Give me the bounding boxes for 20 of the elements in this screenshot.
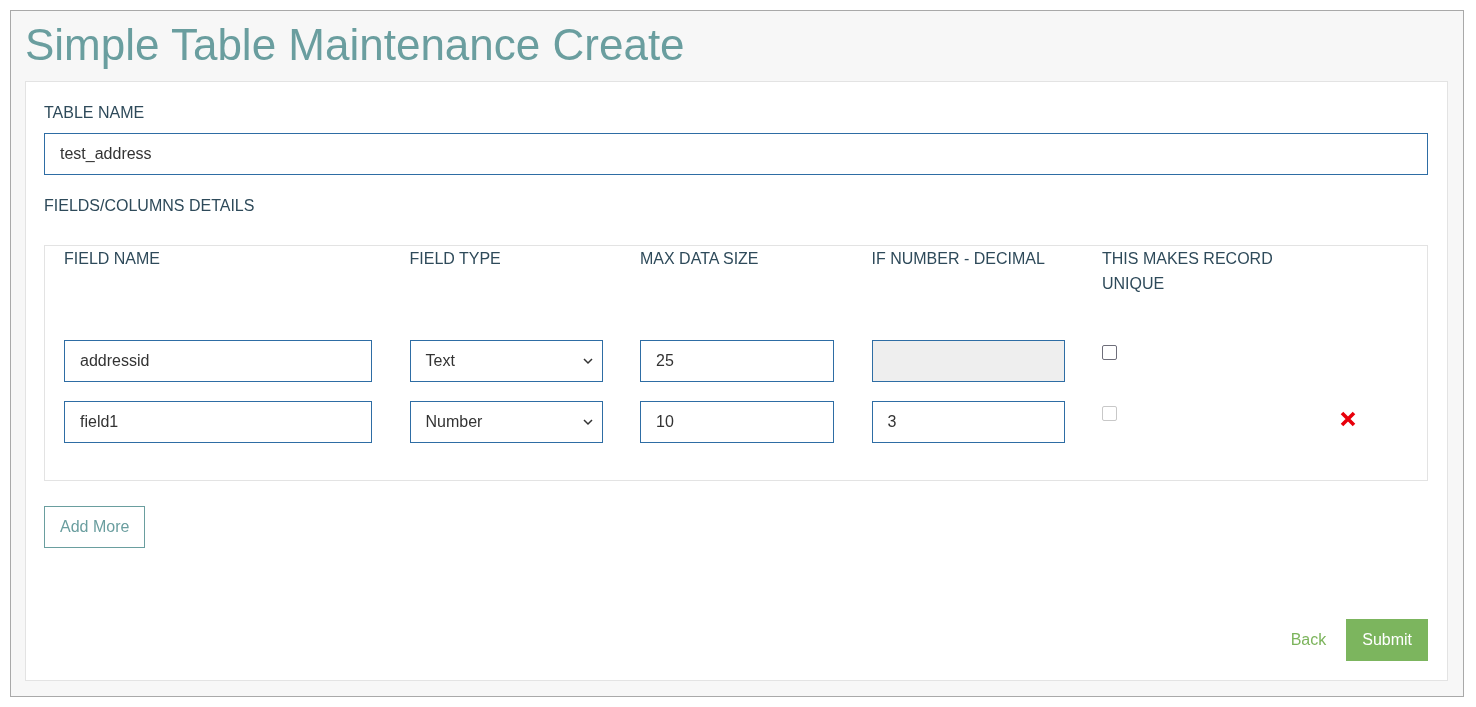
section-label: FIELDS/COLUMNS DETAILS [44,196,256,216]
page-title: Simple Table Maintenance Create [25,19,686,71]
column-header: IF NUMBER - DECIMAL [871,249,1046,269]
field-name-input[interactable]: field1 [64,401,372,443]
column-header: FIELD TYPE [409,249,502,269]
max-size-input[interactable]: 10 [640,401,834,443]
column-header: THIS MAKES RECORD UNIQUE [1102,249,1274,294]
field-label: TABLE NAME [44,103,146,123]
column-header: FIELD NAME [64,249,161,269]
field-type-dropdown[interactable]: Number [409,401,603,443]
chevron-icon [582,357,593,365]
decimal-input[interactable]: 3 [871,401,1065,443]
field-type-dropdown[interactable]: Text [409,340,603,382]
unique-checkbox[interactable] [1102,345,1117,360]
max-size-input[interactable]: 25 [640,340,834,382]
column-header: MAX DATA SIZE [640,249,760,269]
field-name-input[interactable]: addressid [64,340,372,382]
delete-icon[interactable] [1339,411,1356,427]
chevron-icon [582,418,593,426]
table-name-input[interactable]: test_address [44,133,1428,175]
